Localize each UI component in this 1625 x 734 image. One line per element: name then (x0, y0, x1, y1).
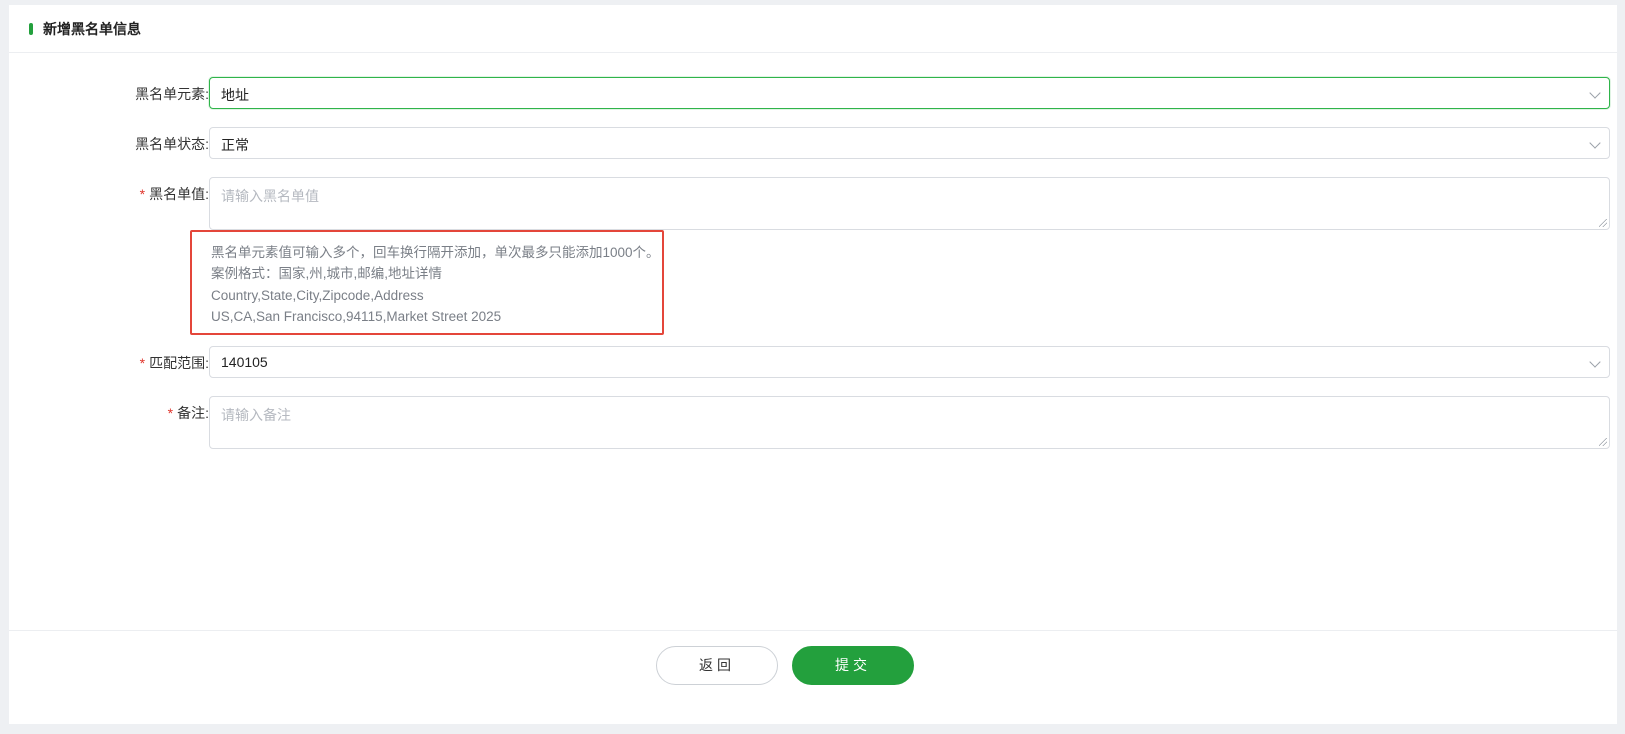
chevron-down-icon (1589, 87, 1601, 99)
range-select-value: 140105 (221, 354, 268, 370)
value-placeholder: 请输入黑名单值 (221, 188, 319, 204)
remark-label-text: 备注: (177, 405, 209, 421)
element-select[interactable]: 地址 (209, 77, 1610, 109)
remark-textarea[interactable]: 请输入备注 (209, 396, 1610, 449)
value-label-text: 黑名单值: (149, 186, 209, 202)
status-label: 黑名单状态: (135, 136, 209, 152)
resize-handle-icon[interactable] (1599, 219, 1607, 227)
back-button[interactable]: 返回 (656, 646, 778, 685)
value-textarea[interactable]: 请输入黑名单值 (209, 177, 1610, 230)
submit-button[interactable]: 提交 (792, 646, 914, 685)
hint-line: 黑名单元素值可输入多个，回车换行隔开添加，单次最多只能添加1000个。 (211, 245, 660, 260)
resize-handle-icon[interactable] (1599, 438, 1607, 446)
form-card: 新增黑名单信息 黑名单元素: 地址 黑名单状态: 正常 * 黑名单值: 请输入黑名… (9, 5, 1617, 724)
card-header: 新增黑名单信息 (9, 5, 1617, 53)
title-accent-bar (29, 22, 33, 35)
remark-label: * 备注: (168, 403, 209, 423)
value-label: * 黑名单值: (140, 184, 209, 204)
required-mark: * (167, 405, 174, 421)
required-mark: * (139, 186, 146, 202)
element-label: 黑名单元素: (135, 86, 209, 102)
element-select-value: 地址 (221, 87, 249, 103)
hint-line: Country,State,City,Zipcode,Address (211, 287, 424, 303)
page-title: 新增黑名单信息 (43, 20, 141, 37)
hint-line: US,CA,San Francisco,94115,Market Street … (211, 308, 502, 324)
status-select[interactable]: 正常 (209, 127, 1610, 159)
status-select-value: 正常 (221, 137, 249, 153)
hint-line: 案例格式：国家,州,城市,邮编,地址详情 (211, 266, 443, 282)
chevron-down-icon (1589, 356, 1601, 368)
format-hint-box: 黑名单元素值可输入多个，回车换行隔开添加，单次最多只能添加1000个。 案例格式… (190, 230, 664, 335)
range-label: * 匹配范围: (140, 353, 209, 373)
required-mark: * (139, 355, 146, 371)
form-footer: 返回 提交 (9, 630, 1617, 724)
chevron-down-icon (1589, 137, 1601, 149)
range-label-text: 匹配范围: (149, 355, 209, 371)
remark-placeholder: 请输入备注 (221, 407, 291, 423)
range-select[interactable]: 140105 (209, 346, 1610, 378)
